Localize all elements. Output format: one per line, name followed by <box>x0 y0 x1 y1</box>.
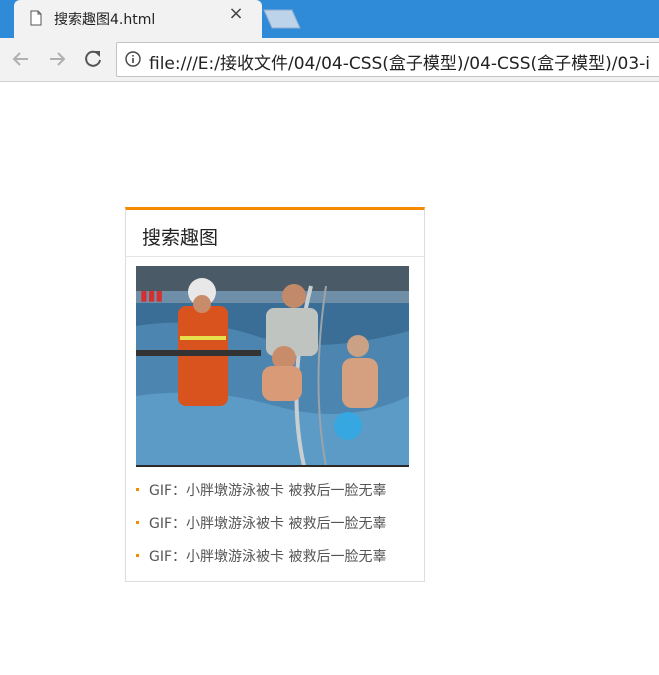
list-item[interactable]: GIF：小胖墩游泳被卡 被救后一脸无辜 <box>136 480 386 513</box>
pool-rescue-image: ▮▮▮ <box>136 266 409 466</box>
bullet-icon <box>136 554 139 557</box>
list-item-link[interactable]: GIF：小胖墩游泳被卡 被救后一脸无辜 <box>149 516 386 532</box>
info-icon[interactable] <box>125 51 141 67</box>
bullet-icon <box>136 521 139 524</box>
back-icon[interactable] <box>9 47 33 71</box>
search-fun-images-widget: 搜索趣图 ▮▮▮ GIF：小胖墩游泳被卡 被救后一脸无辜 GIF：小胖墩游泳被卡… <box>125 207 425 582</box>
forward-icon[interactable] <box>45 47 69 71</box>
list-item-link[interactable]: GIF：小胖墩游泳被卡 被救后一脸无辜 <box>149 483 386 499</box>
tab-title: 搜索趣图4.html <box>54 12 156 28</box>
widget-title: 搜索趣图 <box>142 227 219 249</box>
photo-bottom-line <box>136 465 409 467</box>
reload-icon[interactable] <box>81 47 105 71</box>
close-tab-icon[interactable]: × <box>228 5 244 23</box>
new-tab-button[interactable] <box>262 9 302 29</box>
address-bar[interactable]: file:///E:/接收文件/04/04-CSS(盒子模型)/04-CSS(盒… <box>116 42 659 77</box>
tab-bar: 搜索趣图4.html × <box>0 0 659 38</box>
document-icon <box>30 10 42 26</box>
url-text: file:///E:/接收文件/04/04-CSS(盒子模型)/04-CSS(盒… <box>149 54 650 74</box>
toolbar: file:///E:/接收文件/04/04-CSS(盒子模型)/04-CSS(盒… <box>0 38 659 82</box>
browser-tab[interactable]: 搜索趣图4.html × <box>14 0 262 38</box>
list-item[interactable]: GIF：小胖墩游泳被卡 被救后一脸无辜 <box>136 513 386 546</box>
list-item-link[interactable]: GIF：小胖墩游泳被卡 被救后一脸无辜 <box>149 549 386 565</box>
title-divider <box>126 256 424 257</box>
svg-text:▮▮▮: ▮▮▮ <box>140 288 163 304</box>
featured-photo[interactable]: ▮▮▮ <box>136 266 409 466</box>
bullet-icon <box>136 488 139 491</box>
list-item[interactable]: GIF：小胖墩游泳被卡 被救后一脸无辜 <box>136 546 386 579</box>
news-list: GIF：小胖墩游泳被卡 被救后一脸无辜 GIF：小胖墩游泳被卡 被救后一脸无辜 … <box>136 480 386 579</box>
